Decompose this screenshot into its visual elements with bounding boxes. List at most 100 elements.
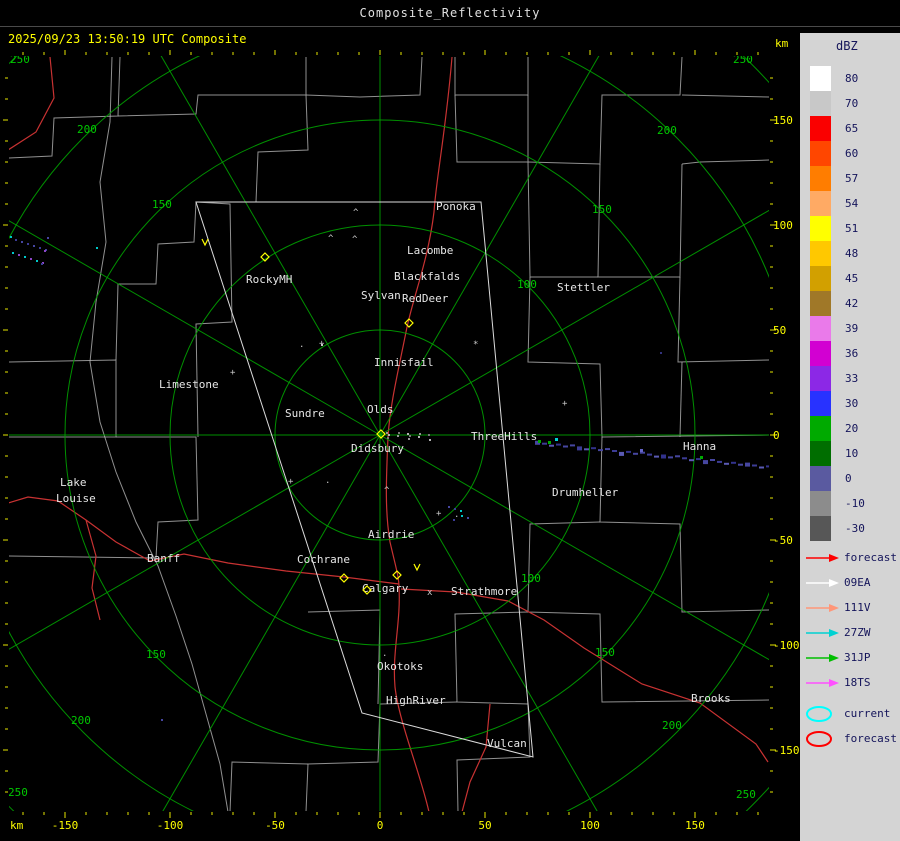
city-label-vulcan: Vulcan xyxy=(487,737,527,750)
town-mark: . xyxy=(454,510,459,520)
town-mark: . xyxy=(382,649,387,659)
dbz-color-swatch xyxy=(810,291,831,316)
city-label-sylvan: Sylvan xyxy=(361,289,401,302)
dbz-color-swatch xyxy=(810,516,831,541)
town-mark: ^ xyxy=(353,208,359,218)
city-label-brooks: Brooks xyxy=(691,692,731,705)
track-arrow-icon xyxy=(806,628,839,637)
wind-v-marker xyxy=(201,238,209,247)
range-label: 200 xyxy=(662,719,682,732)
city-label-limestone: Limestone xyxy=(159,378,219,391)
range-label: 100 xyxy=(517,278,537,291)
range-label: 150 xyxy=(595,646,615,659)
track-label: 31JP xyxy=(844,651,871,664)
dbz-scale-row: 39 xyxy=(810,316,865,341)
radar-map-canvas[interactable]: ^ ^ ^ ^ * + + + +... x. + Ponoka Lacombe Blackfalds R… xyxy=(0,0,800,841)
dbz-value-label: 0 xyxy=(845,472,852,485)
track-label: forecast xyxy=(844,732,897,745)
city-label-hanna: Hanna xyxy=(683,440,716,453)
dbz-value-label: 70 xyxy=(845,97,859,110)
dbz-color-swatch xyxy=(810,116,831,141)
dbz-scale-row: 20 xyxy=(810,416,865,441)
city-label-threehills: ThreeHills xyxy=(471,430,537,443)
city-labels: Ponoka Lacombe Blackfalds RedDeerSylvan Rock… xyxy=(56,200,731,750)
city-label-rockymh: RockyMH xyxy=(246,273,292,286)
track-label: 27ZW xyxy=(844,626,871,639)
track-arrow-icon xyxy=(806,578,839,587)
dbz-value-label: 30 xyxy=(845,397,859,410)
dbz-scale-row: 70 xyxy=(810,91,865,116)
range-label: 200 xyxy=(77,123,97,136)
dbz-color-swatch xyxy=(810,216,831,241)
dbz-scale-row: 36 xyxy=(810,341,865,366)
dbz-scale-row: 54 xyxy=(810,191,865,216)
dbz-color-swatch xyxy=(810,391,831,416)
range-label: 200 xyxy=(657,124,677,137)
track-legend-row: forecast xyxy=(804,545,897,570)
radar-app: { "title_bar": {"title": "Composite_Refl… xyxy=(0,0,900,841)
city-label-okotoks: Okotoks xyxy=(377,660,423,673)
track-legend-row: 18TS xyxy=(804,670,897,695)
range-label: 250 xyxy=(8,786,28,799)
dbz-value-label: 20 xyxy=(845,422,859,435)
dbz-value-label: 42 xyxy=(845,297,859,310)
dbz-value-label: 10 xyxy=(845,447,859,460)
dbz-scale-row: 65 xyxy=(810,116,865,141)
dbz-scale-row: 48 xyxy=(810,241,865,266)
town-mark: . xyxy=(325,476,330,486)
city-label-strathmore: Strathmore xyxy=(451,585,517,598)
city-label-airdrie: Airdrie xyxy=(368,528,414,541)
track-label: 18TS xyxy=(844,676,871,689)
track-legend: forecast 09EA 111V 27ZW 31JP 18TS current forec… xyxy=(804,545,897,751)
track-label: forecast xyxy=(844,551,897,564)
dbz-color-swatch xyxy=(810,91,831,116)
city-label-banff: Banff xyxy=(147,552,180,565)
track-arrow-icon xyxy=(806,603,839,612)
city-label-sundre: Sundre xyxy=(285,407,325,420)
city-label-cochrane: Cochrane xyxy=(297,553,350,566)
dbz-color-swatch xyxy=(810,316,831,341)
dbz-scale-row: 45 xyxy=(810,266,865,291)
track-legend-row: 31JP xyxy=(804,645,897,670)
dbz-value-label: 60 xyxy=(845,147,859,160)
town-mark: * xyxy=(473,340,478,350)
right-axis-label: -150 xyxy=(773,744,800,757)
town-mark: + xyxy=(319,339,325,349)
range-label: 100 xyxy=(521,572,541,585)
dbz-scale-row: 33 xyxy=(810,366,865,391)
city-label-highriver: HighRiver xyxy=(386,694,446,707)
station-diamond-marker xyxy=(339,573,349,583)
dbz-value-label: 45 xyxy=(845,272,859,285)
dbz-color-swatch xyxy=(810,266,831,291)
dbz-scale-row: 80 xyxy=(810,66,865,91)
track-legend-row: 27ZW xyxy=(804,620,897,645)
dbz-color-swatch xyxy=(810,66,831,91)
track-legend-row: 111V xyxy=(804,595,897,620)
track-arrow-icon xyxy=(806,553,839,562)
dbz-color-swatch xyxy=(810,166,831,191)
dbz-scale-row: 60 xyxy=(810,141,865,166)
city-label-blackfalds: Blackfalds xyxy=(394,270,460,283)
town-mark: + xyxy=(562,399,568,409)
range-ring-labels: 250 200 150 100 150 200 250 150 200 250 100 150 200 2… xyxy=(8,56,756,801)
town-mark: + xyxy=(288,477,294,487)
city-label-stettler: Stettler xyxy=(557,281,610,294)
track-legend-row: forecast xyxy=(804,726,897,751)
bottom-axis-label: -50 xyxy=(265,819,285,832)
dbz-color-swatch xyxy=(810,441,831,466)
dbz-value-label: 39 xyxy=(845,322,859,335)
town-mark: ^ xyxy=(384,486,390,496)
town-mark: x xyxy=(427,588,433,598)
dbz-color-swatch xyxy=(810,466,831,491)
bottom-axis-label: 100 xyxy=(580,819,600,832)
city-label-didsbury: Didsbury xyxy=(351,442,404,455)
city-label-ponoka: Ponoka xyxy=(436,200,476,213)
range-label: 200 xyxy=(71,714,91,727)
right-axis-label: -100 xyxy=(773,639,800,652)
storm-ellipse-icon xyxy=(806,705,832,722)
city-label-reddeer: RedDeer xyxy=(402,292,449,305)
range-label: 150 xyxy=(152,198,172,211)
track-legend-row: 09EA xyxy=(804,570,897,595)
dbz-color-swatch xyxy=(810,191,831,216)
dbz-value-label: 33 xyxy=(845,372,859,385)
